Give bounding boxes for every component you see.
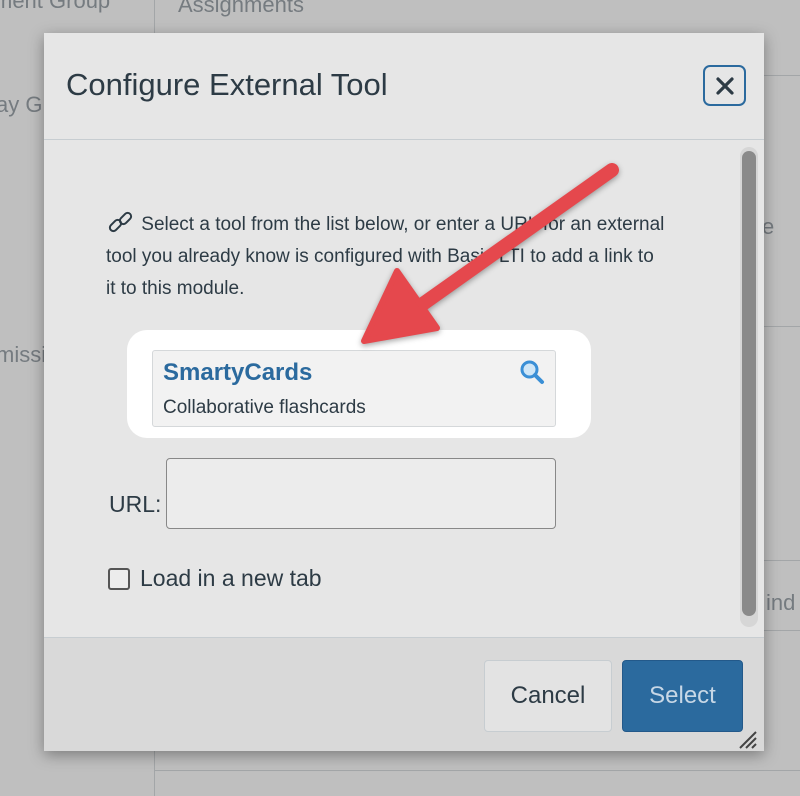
new-tab-label[interactable]: Load in a new tab: [140, 565, 322, 592]
search-icon[interactable]: [518, 358, 546, 386]
close-button[interactable]: [703, 65, 746, 106]
close-icon: [715, 76, 734, 95]
dialog-title: Configure External Tool: [66, 67, 388, 102]
dialog-header: Configure External Tool: [44, 33, 764, 140]
cancel-button[interactable]: Cancel: [484, 660, 612, 732]
link-icon: [108, 211, 133, 233]
tool-description: Collaborative flashcards: [163, 397, 366, 418]
dialog-body: Select a tool from the list below, or en…: [44, 141, 764, 637]
tool-name-link[interactable]: SmartyCards: [163, 359, 312, 387]
url-label: URL:: [109, 491, 162, 517]
intro-paragraph: Select a tool from the list below, or en…: [106, 209, 666, 305]
select-button[interactable]: Select: [622, 660, 743, 732]
intro-text: Select a tool from the list below, or en…: [106, 214, 665, 299]
new-tab-checkbox[interactable]: [108, 567, 130, 590]
dialog-footer: Cancel Select: [44, 637, 764, 751]
tool-list-item[interactable]: SmartyCards Collaborative flashcards: [152, 350, 556, 427]
resize-handle-icon[interactable]: [736, 728, 758, 750]
scrollbar-thumb[interactable]: [742, 151, 756, 616]
configure-external-tool-dialog: Configure External Tool Select a tool fr…: [44, 33, 764, 751]
new-tab-option: Load in a new tab: [108, 565, 322, 592]
url-input[interactable]: [166, 458, 556, 529]
